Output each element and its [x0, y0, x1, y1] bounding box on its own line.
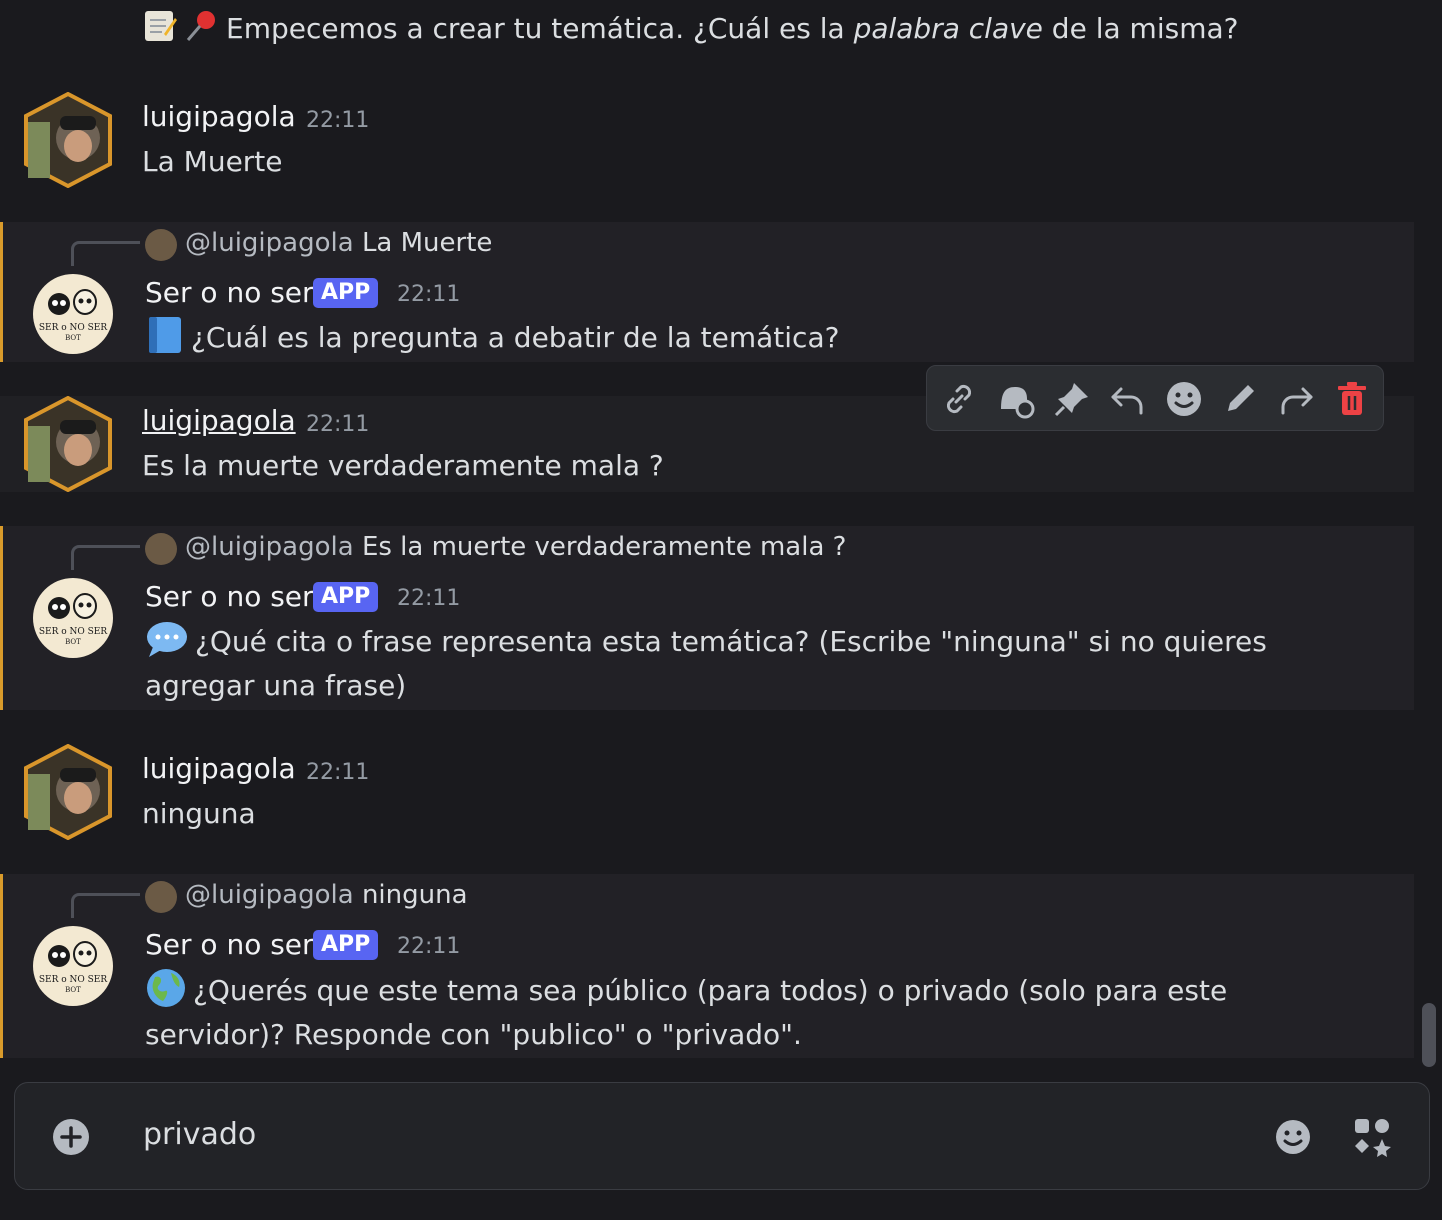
reply-connector	[71, 545, 140, 570]
timestamp: 22:11	[397, 586, 461, 611]
reply-preview[interactable]: @luigipagola ninguna	[185, 880, 468, 910]
message-text: La Muerte	[142, 145, 283, 178]
top-message-text-after: de la misma?	[1042, 12, 1239, 45]
top-message-text-before: Empecemos a crear tu temática. ¿Cuál es …	[226, 12, 854, 45]
message-text: ¿Qué cita o frase representa esta temáti…	[145, 619, 1375, 708]
message-text: ¿Querés que este tema sea público (para …	[145, 967, 1375, 1057]
author-name[interactable]: luigipagola	[142, 100, 296, 133]
message-text: ¿Cuál es la pregunta a debatir de la tem…	[145, 315, 1375, 360]
message-text-body: ¿Cuál es la pregunta a debatir de la tem…	[191, 321, 840, 354]
emoji-picker-icon[interactable]	[1273, 1117, 1313, 1157]
thread-icon[interactable]	[995, 379, 1035, 419]
user-avatar[interactable]	[22, 744, 114, 840]
message-input[interactable]: privado	[143, 1117, 256, 1152]
app-badge: APP	[313, 582, 379, 612]
link-icon[interactable]	[939, 379, 979, 419]
reply-connector	[71, 241, 140, 266]
delete-icon[interactable]	[1332, 379, 1372, 419]
message-text: Es la muerte verdaderamente mala ?	[142, 449, 664, 482]
bot-message: @luigipagola La Muerte SER o NO SER BOT …	[0, 222, 1414, 362]
timestamp: 22:11	[397, 934, 461, 959]
reply-mention[interactable]: @luigipagola	[185, 532, 354, 562]
message-text-body: ¿Qué cita o frase representa esta temáti…	[145, 625, 1267, 702]
bot-message: @luigipagola Es la muerte verdaderamente…	[0, 526, 1414, 710]
message: luigipagola 22:11 La Muerte	[0, 82, 1414, 202]
reply-avatar	[145, 533, 177, 565]
reply-content: ninguna	[361, 880, 468, 910]
message-text: ninguna	[142, 797, 256, 830]
reply-content: La Muerte	[361, 228, 493, 258]
bot-avatar[interactable]: SER o NO SER BOT	[33, 578, 113, 658]
svg-text:SER o NO SER: SER o NO SER	[39, 323, 108, 333]
reply-mention[interactable]: @luigipagola	[185, 880, 354, 910]
message: luigipagola 22:11 ninguna	[0, 730, 1414, 850]
top-message: Empecemos a crear tu temática. ¿Cuál es …	[142, 8, 1238, 45]
reply-preview[interactable]: @luigipagola Es la muerte verdaderamente…	[185, 532, 846, 562]
reply-mention[interactable]: @luigipagola	[185, 228, 354, 258]
reply-icon[interactable]	[1107, 379, 1147, 419]
timestamp: 22:11	[306, 760, 370, 785]
user-avatar[interactable]	[22, 92, 114, 188]
bot-logo-icon: SER o NO SER BOT	[39, 941, 108, 994]
add-attachment-icon[interactable]	[51, 1117, 91, 1157]
forward-icon[interactable]	[1277, 379, 1317, 419]
bot-logo-icon: SER o NO SER BOT	[39, 289, 108, 342]
message-composer[interactable]: privado	[14, 1082, 1430, 1190]
reply-avatar	[145, 229, 177, 261]
top-message-italic: palabra clave	[853, 12, 1043, 45]
bot-avatar[interactable]: SER o NO SER BOT	[33, 926, 113, 1006]
svg-text:BOT: BOT	[65, 986, 81, 994]
svg-text:SER o NO SER: SER o NO SER	[39, 627, 108, 637]
message-actions-toolbar	[926, 365, 1384, 431]
memo-icon	[145, 11, 177, 41]
pin-icon[interactable]	[1052, 379, 1092, 419]
pushpin-icon	[186, 11, 215, 41]
reply-content: Es la muerte verdaderamente mala ?	[361, 532, 847, 562]
bot-logo-icon: SER o NO SER BOT	[39, 593, 108, 646]
author-name[interactable]: luigipagola	[142, 404, 296, 437]
timestamp: 22:11	[397, 282, 461, 307]
timestamp: 22:11	[306, 412, 370, 437]
reply-preview[interactable]: @luigipagola La Muerte	[185, 228, 492, 258]
message-text-body: ¿Querés que este tema sea público (para …	[145, 974, 1228, 1051]
author-name[interactable]: Ser o no ser	[145, 928, 314, 961]
bot-message: @luigipagola ninguna SER o NO SER BOT Se…	[0, 874, 1414, 1058]
emoji-icon[interactable]	[1164, 379, 1204, 419]
author-name[interactable]: Ser o no ser	[145, 580, 314, 613]
reply-connector	[71, 893, 140, 918]
book-icon	[149, 317, 181, 353]
author-name[interactable]: Ser o no ser	[145, 276, 314, 309]
timestamp: 22:11	[306, 108, 370, 133]
app-badge: APP	[313, 930, 379, 960]
scrollbar-thumb[interactable]	[1422, 1003, 1436, 1067]
svg-text:SER o NO SER: SER o NO SER	[39, 975, 108, 985]
reply-avatar	[145, 881, 177, 913]
speech-balloon-icon	[147, 622, 187, 657]
apps-icon[interactable]	[1351, 1115, 1395, 1159]
app-badge: APP	[313, 278, 379, 308]
author-name[interactable]: luigipagola	[142, 752, 296, 785]
svg-text:BOT: BOT	[65, 334, 81, 342]
svg-text:BOT: BOT	[65, 638, 81, 646]
globe-icon	[147, 969, 185, 1007]
bot-avatar[interactable]: SER o NO SER BOT	[33, 274, 113, 354]
user-avatar[interactable]	[22, 396, 114, 492]
edit-icon[interactable]	[1220, 379, 1260, 419]
